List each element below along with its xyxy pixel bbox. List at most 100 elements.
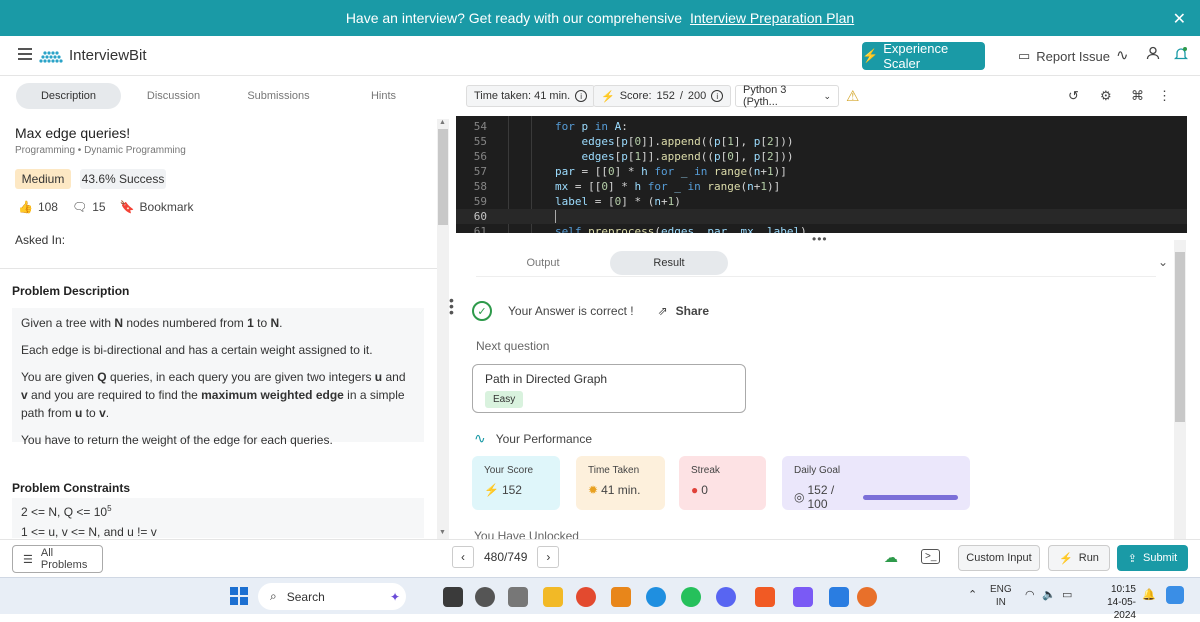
- all-problems-label: All Problems: [40, 547, 88, 571]
- bell-icon[interactable]: [1173, 46, 1189, 65]
- asked-in-label: Asked In:: [15, 233, 66, 247]
- streak-card-value: 0: [701, 483, 708, 497]
- drag-handle-icon[interactable]: • • •: [449, 293, 454, 319]
- check-icon: ✓: [472, 301, 492, 321]
- code-line: 58 mx = [[0] * h for _ in range(n+1)]: [473, 180, 781, 193]
- code-line: 54 for p in A:: [473, 120, 628, 133]
- share-button[interactable]: ⇗ Share: [658, 304, 709, 318]
- scroll-thumb[interactable]: [1175, 252, 1185, 422]
- volume-icon[interactable]: 🔈: [1042, 588, 1056, 601]
- sublime-icon[interactable]: [611, 587, 631, 607]
- like-button[interactable]: 👍 108: [18, 200, 58, 214]
- user-icon[interactable]: [1146, 46, 1160, 64]
- logo[interactable]: InterviewBit: [38, 47, 147, 64]
- bookmark-label: Bookmark: [139, 200, 194, 214]
- tab-submissions[interactable]: Submissions: [226, 83, 331, 109]
- run-button[interactable]: ⚡ Run: [1048, 545, 1110, 571]
- bolt-icon: ⚡: [862, 48, 879, 63]
- code-editor[interactable]: 54 for p in A: 55 edges[p[0]].append((p[1…: [456, 116, 1187, 233]
- streak-card: Streak ● 0: [679, 456, 766, 510]
- tab-description[interactable]: Description: [16, 83, 121, 109]
- scroll-thumb[interactable]: [438, 129, 448, 225]
- problem-constraints: 2 <= N, Q <= 105 1 <= u, v <= N, and u !…: [12, 498, 424, 538]
- time-card: Time Taken ✹ 41 min.: [576, 456, 665, 510]
- info-icon[interactable]: i: [575, 90, 588, 102]
- score-card: Your Score ⚡ 152: [472, 456, 560, 510]
- right-scrollbar[interactable]: [1174, 240, 1186, 540]
- scroll-up-icon[interactable]: ▲: [439, 119, 446, 126]
- language-indicator[interactable]: ENG IN: [990, 583, 1012, 609]
- comments-button[interactable]: 🗨 15: [72, 200, 106, 214]
- desc-paragraph-3: You are given Q queries, in each query y…: [21, 370, 406, 420]
- close-icon[interactable]: ✕: [1173, 9, 1186, 29]
- problem-panel: Description Discussion Submissions Hints…: [0, 77, 452, 539]
- taskbar-search[interactable]: ⌕ Search ✦: [258, 583, 406, 610]
- scroll-down-icon[interactable]: ▼: [439, 529, 446, 536]
- edge-icon[interactable]: [646, 587, 666, 607]
- tab-result[interactable]: Result: [610, 251, 728, 275]
- shortcut-icon[interactable]: ⌘: [1131, 88, 1144, 104]
- whatsapp-icon[interactable]: [681, 587, 701, 607]
- upload-icon: ⇪: [1127, 552, 1137, 565]
- task-view-icon[interactable]: [443, 587, 463, 607]
- next-question-card[interactable]: Path in Directed Graph Easy: [472, 364, 746, 413]
- bolt-icon: ⚡: [1059, 552, 1073, 565]
- prev-problem-button[interactable]: ‹: [452, 546, 474, 568]
- submit-button[interactable]: ⇪ Submit: [1117, 545, 1188, 571]
- more-icon[interactable]: ⋮: [1158, 88, 1171, 104]
- problem-stats: 👍 108 🗨 15 🔖 Bookmark: [18, 200, 194, 214]
- all-problems-button[interactable]: ☰ All Problems: [12, 545, 103, 573]
- code-line: 55 edges[p[0]].append((p[1], p[2])): [473, 135, 794, 148]
- difficulty-badge: Medium: [15, 169, 71, 189]
- notepad-icon[interactable]: [829, 587, 849, 607]
- warning-icon[interactable]: ⚠: [846, 87, 859, 105]
- success-badge: 43.6% Success: [80, 169, 166, 189]
- app-icon[interactable]: [475, 587, 495, 607]
- result-tabs: Output Result: [476, 251, 1156, 277]
- file-explorer-icon[interactable]: [543, 587, 563, 607]
- windows-start-icon[interactable]: [230, 587, 248, 605]
- battery-icon[interactable]: ▭: [1062, 588, 1072, 601]
- chevron-up-icon[interactable]: ⌃: [968, 588, 977, 601]
- firefox-icon[interactable]: [857, 587, 877, 607]
- tab-discussion[interactable]: Discussion: [121, 83, 226, 109]
- like-count: 108: [37, 200, 58, 214]
- constraint-1: 2 <= N, Q <= 105: [21, 504, 112, 519]
- store-icon[interactable]: [508, 587, 528, 607]
- reset-icon[interactable]: ↺: [1068, 88, 1079, 104]
- settings-icon[interactable]: ⚙: [1100, 88, 1112, 104]
- custom-input-button[interactable]: Custom Input: [958, 545, 1040, 571]
- target-icon: ◎: [794, 490, 805, 504]
- cloud-sync-icon[interactable]: ☁: [884, 549, 898, 566]
- language-select[interactable]: Python 3 (Pyth... ⌄: [735, 84, 839, 108]
- notification-bell-icon[interactable]: 🔔: [1142, 588, 1156, 601]
- banner-text: Have an interview? Get ready with our co…: [345, 10, 682, 26]
- report-issue-button[interactable]: ▭ Report Issue: [1018, 48, 1110, 64]
- brave-icon[interactable]: [755, 587, 775, 607]
- activity-icon[interactable]: ∿: [1116, 46, 1129, 64]
- experience-scaler-button[interactable]: ⚡ Experience Scaler: [862, 41, 985, 71]
- widget-icon[interactable]: [1166, 586, 1184, 604]
- resize-handle[interactable]: •••: [812, 232, 828, 246]
- taskbar: ⌕ Search ✦ ⌃ ENG IN ◠ 🔈 ▭ 10:15 14-05-20…: [0, 577, 1200, 621]
- wifi-icon[interactable]: ◠: [1025, 588, 1035, 601]
- info-icon[interactable]: i: [711, 90, 724, 102]
- problem-tabs: Description Discussion Submissions Hints: [16, 83, 436, 109]
- tab-output[interactable]: Output: [476, 251, 610, 275]
- clock[interactable]: 10:15 14-05-2024: [1088, 583, 1136, 622]
- word-icon[interactable]: [576, 587, 596, 607]
- menu-icon[interactable]: [18, 48, 32, 60]
- problem-title: Max edge queries!: [15, 125, 131, 141]
- share-label: Share: [675, 304, 710, 318]
- discord-icon[interactable]: [716, 587, 736, 607]
- terminal-icon[interactable]: >_: [921, 549, 941, 564]
- tab-hints[interactable]: Hints: [331, 83, 436, 109]
- bookmark-icon: 🔖: [119, 200, 135, 214]
- chevron-down-icon[interactable]: ⌄: [1158, 255, 1168, 269]
- app-icon[interactable]: [793, 587, 813, 607]
- banner-link[interactable]: Interview Preparation Plan: [690, 10, 854, 26]
- left-scrollbar[interactable]: ▲ ▼: [437, 119, 449, 539]
- bookmark-button[interactable]: 🔖 Bookmark: [120, 200, 194, 214]
- next-problem-button[interactable]: ›: [537, 546, 560, 568]
- answer-status: ✓ Your Answer is correct ! ⇗ Share: [472, 301, 709, 321]
